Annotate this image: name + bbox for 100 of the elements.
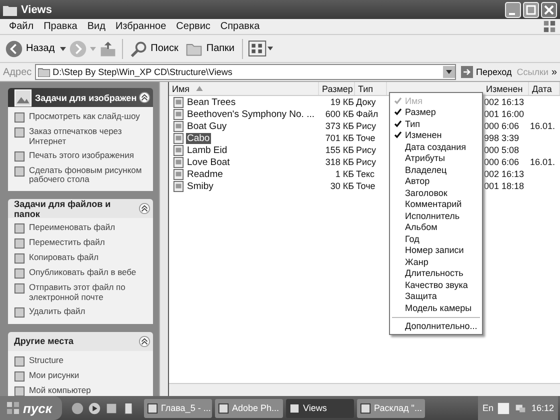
sort-icon <box>196 86 203 91</box>
dropdown-icon[interactable] <box>443 66 455 78</box>
go-button[interactable]: Переход <box>459 66 514 78</box>
desktop-icon[interactable] <box>122 402 135 414</box>
file-icon <box>173 144 184 156</box>
address-field[interactable]: D:\Step By Step\Win_XP CD\Structure\Views <box>34 64 456 80</box>
caret-icon[interactable] <box>60 46 66 50</box>
up-folder-icon[interactable] <box>98 40 117 58</box>
browser-icon[interactable] <box>105 402 118 414</box>
menu-item[interactable]: Размер <box>390 106 482 118</box>
taskbar-button[interactable]: Views <box>286 398 354 418</box>
clock: 16:12 <box>531 403 554 413</box>
menu-item[interactable]: Исполнитель <box>390 210 482 222</box>
menu-item[interactable]: Год <box>390 233 482 244</box>
search-button[interactable]: Поиск <box>128 38 180 58</box>
file-name[interactable]: Love Boat <box>186 156 231 168</box>
menu-item[interactable]: Номер записи <box>390 244 482 256</box>
file-name[interactable]: Lamb Eid <box>186 144 228 156</box>
windows-logo-icon <box>6 401 20 415</box>
menu-item[interactable]: Длительность <box>390 268 482 279</box>
menu-item[interactable]: Вид <box>82 21 110 32</box>
collapse-icon[interactable] <box>139 336 150 347</box>
menu-item[interactable]: Автор <box>390 176 482 187</box>
language-indicator[interactable]: En <box>482 403 494 413</box>
window-icon <box>360 402 371 414</box>
folders-button[interactable]: Папки <box>183 38 236 58</box>
task-link[interactable]: Переименовать файл <box>29 223 116 233</box>
menu-item[interactable]: Правка <box>38 21 82 32</box>
start-button[interactable]: пуск <box>0 396 62 420</box>
task-link[interactable]: Опубликовать файл в вебе <box>29 268 136 278</box>
scrollbar[interactable] <box>169 383 560 396</box>
table-cell-text: 000 5:08 <box>483 145 520 155</box>
back-button[interactable]: Назад <box>3 38 57 58</box>
table-cell-text: 002 16:13 <box>483 169 526 179</box>
task-link[interactable]: Сделать фоновым рисунком рабочего стола <box>29 166 149 186</box>
file-name[interactable]: Readme <box>186 168 224 180</box>
menu-item[interactable]: Изменен <box>390 130 482 141</box>
file-icon <box>173 120 184 132</box>
menu-item[interactable]: Дополнительно... <box>390 320 482 332</box>
section-header[interactable]: Другие места <box>8 332 153 351</box>
task-link[interactable]: Мои рисунки <box>29 370 80 380</box>
task-link[interactable]: Переместить файл <box>29 238 105 248</box>
section-header[interactable]: Задачи для файлов и папок <box>8 199 153 218</box>
file-name[interactable]: Boat Guy <box>186 120 228 132</box>
minimize-button[interactable] <box>505 2 521 18</box>
table-cell: 16.01. <box>530 121 556 131</box>
more-button[interactable]: » <box>551 66 557 78</box>
file-name[interactable]: Smiby <box>186 180 214 192</box>
table-cell-text: Доку <box>355 97 377 107</box>
column-header[interactable]: Тип <box>355 82 387 95</box>
column-header[interactable]: Имя <box>169 82 319 95</box>
table-cell-text: 001 16:00 <box>483 109 526 119</box>
column-header[interactable]: Размер <box>319 82 355 95</box>
menu-item[interactable]: Тип <box>390 118 482 130</box>
file-name[interactable]: Beethoven's Symphony No. ... <box>186 108 316 120</box>
maximize-button[interactable] <box>523 2 539 18</box>
task-link[interactable]: Печать этого изображения <box>29 150 134 160</box>
file-icon <box>173 168 184 180</box>
document-icon <box>14 150 25 162</box>
views-button[interactable] <box>248 40 274 57</box>
document-icon <box>14 253 25 264</box>
menu-item[interactable]: Атрибуты <box>390 152 482 164</box>
media-icon[interactable] <box>88 402 101 414</box>
document-icon <box>14 166 25 177</box>
column-header[interactable]: Дата <box>529 82 560 95</box>
menu-item[interactable]: Избранное <box>110 21 172 32</box>
menu-item[interactable]: Альбом <box>390 222 482 233</box>
collapse-icon[interactable] <box>139 203 150 214</box>
task-link[interactable]: Мой компьютер <box>29 386 91 396</box>
menu-item[interactable]: Справка <box>215 21 265 32</box>
collapse-icon[interactable] <box>139 92 150 103</box>
task-link[interactable]: Удалить файл <box>29 306 86 316</box>
task-link[interactable]: Заказ отпечатков через Интернет <box>29 127 149 147</box>
menu-item[interactable]: Файл <box>4 21 39 32</box>
table-cell-text: 000 6:06 <box>483 121 520 131</box>
menu-item[interactable]: Комментарий <box>390 198 482 210</box>
close-button[interactable] <box>541 2 557 18</box>
file-name[interactable]: Cabo <box>186 132 211 144</box>
menu-item[interactable]: Модель камеры <box>390 302 482 314</box>
menu-item[interactable]: Дата создания <box>390 141 482 152</box>
table-cell-text: Рису <box>355 145 378 155</box>
table-cell-text: Файл <box>355 109 380 119</box>
table-cell-text: 30 КБ <box>329 181 355 191</box>
scrollbar[interactable] <box>159 82 168 396</box>
menu-item[interactable]: Качество звука <box>390 279 482 290</box>
menu-item[interactable]: Сервис <box>171 21 216 32</box>
task-link[interactable]: Просмотреть как слайд-шоу <box>29 112 140 122</box>
menu-item[interactable]: Защита <box>390 290 482 302</box>
document-icon <box>14 356 25 367</box>
section-header[interactable]: Задачи для изображен <box>8 88 153 107</box>
menu-item[interactable]: Жанр <box>390 256 482 268</box>
task-link[interactable]: Отправить этот файл по электронной почте <box>29 283 149 303</box>
menu-item[interactable]: Владелец <box>390 164 482 176</box>
file-name[interactable]: Bean Trees <box>186 96 237 108</box>
globe-icon[interactable] <box>71 402 84 414</box>
task-link[interactable]: Structure <box>29 356 64 366</box>
task-link[interactable]: Копировать файл <box>29 253 99 263</box>
help-icon[interactable] <box>497 402 510 414</box>
menu-item[interactable]: Заголовок <box>390 187 482 198</box>
section-title: Задачи для изображен <box>35 92 137 102</box>
